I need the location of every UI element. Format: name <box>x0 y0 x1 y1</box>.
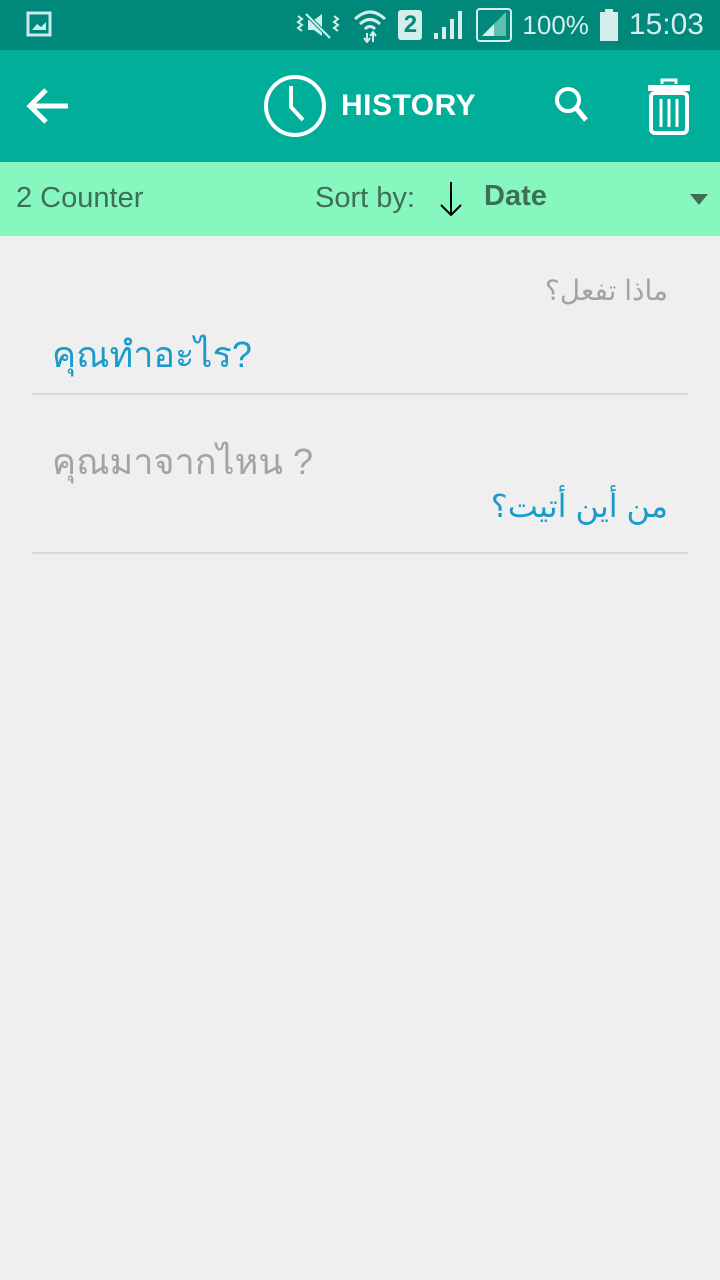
signal-icon-2 <box>476 8 513 42</box>
search-button[interactable] <box>548 80 594 130</box>
sim-2-icon: 2 <box>398 10 423 40</box>
history-list: ماذا تفعل؟ คุณทำอะไร? คุณมาจากไหน ? من أ… <box>0 236 720 554</box>
clock-icon <box>264 75 326 137</box>
sort-label: Sort by: <box>315 182 415 214</box>
page-title-group: HISTORY <box>263 74 476 138</box>
signal-icon <box>434 11 463 39</box>
gallery-notification-icon <box>26 11 52 37</box>
battery-percent: 100% <box>522 9 589 40</box>
arrow-left-icon <box>26 88 68 124</box>
sort-select[interactable]: Date <box>484 180 547 213</box>
arrow-down-icon <box>440 182 462 217</box>
vibrate-mute-icon <box>296 12 341 40</box>
sort-bar: 2 Counter Sort by: Date <box>0 162 720 236</box>
triangle-down-icon[interactable] <box>690 194 708 205</box>
list-item[interactable]: คุณมาจากไหน ? من أين أتيت؟ <box>32 395 688 554</box>
translation-text: من أين أتيت؟ <box>490 488 668 524</box>
sort-direction-button[interactable] <box>438 180 464 218</box>
search-icon <box>555 87 588 122</box>
battery-icon <box>599 9 618 41</box>
source-text: คุณมาจากไหน ? <box>52 441 313 482</box>
status-bar: 2 100% 15:03 <box>0 0 720 50</box>
clock-time: 15:03 <box>628 8 704 41</box>
delete-history-button[interactable] <box>646 78 692 136</box>
list-item[interactable]: ماذا تفعل؟ คุณทำอะไร? <box>32 236 688 395</box>
trash-icon <box>648 78 690 135</box>
source-text: ماذا تفعل؟ <box>544 275 668 306</box>
app-bar: HISTORY <box>0 50 720 162</box>
translation-text: คุณทำอะไร? <box>52 334 252 375</box>
back-button[interactable] <box>26 86 72 126</box>
wifi-icon <box>354 10 387 43</box>
page-title: HISTORY <box>341 89 477 122</box>
history-counter: 2 Counter <box>16 182 144 214</box>
